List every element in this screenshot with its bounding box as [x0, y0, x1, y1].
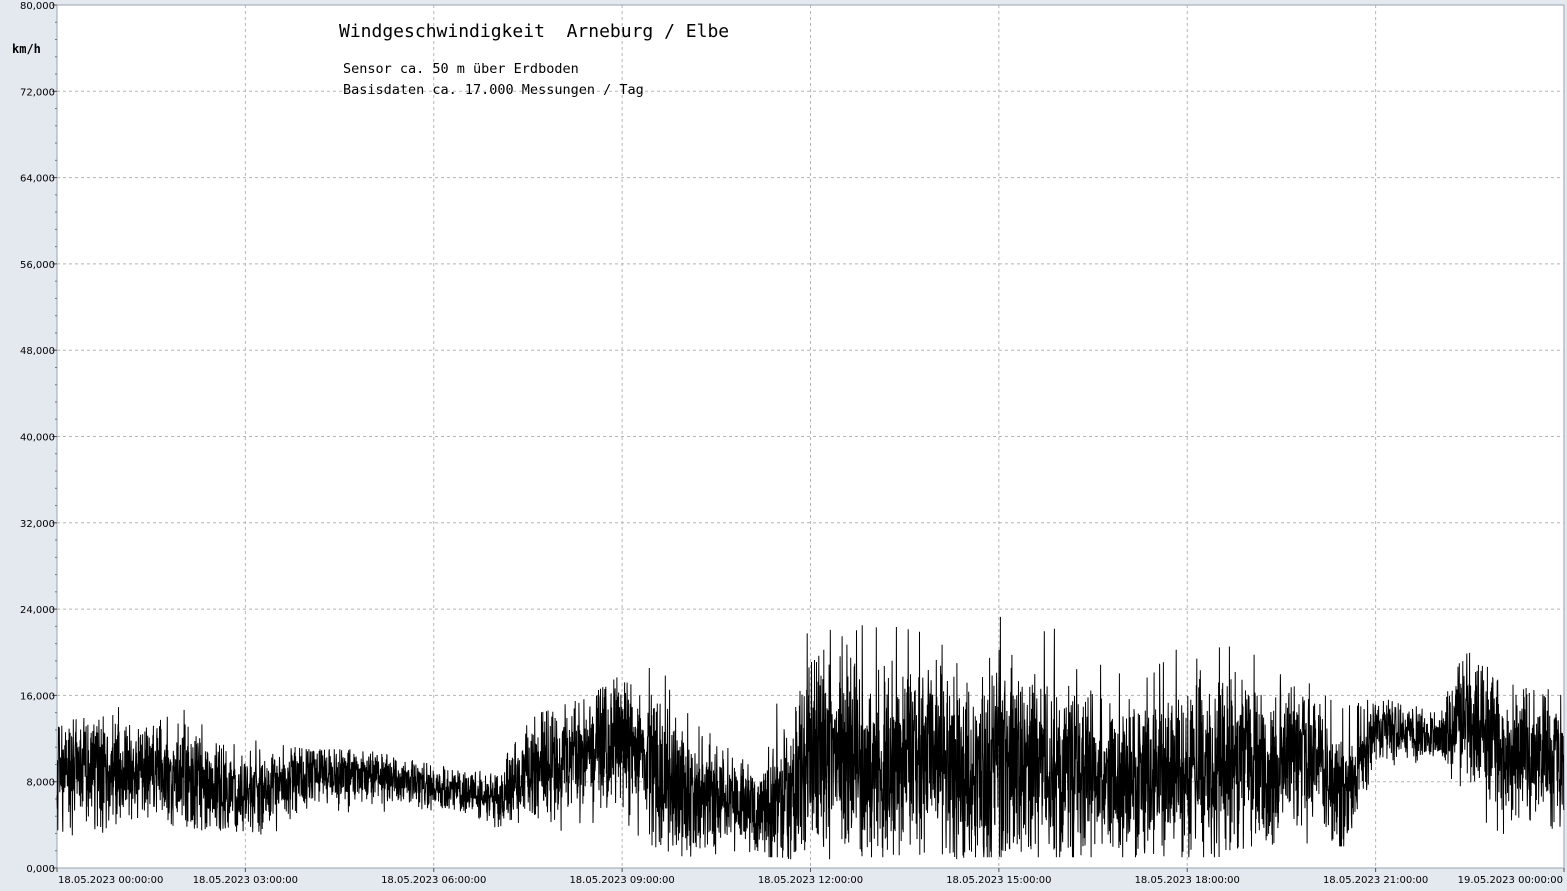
y-tick-label: 24,000 — [20, 605, 55, 616]
x-tick-label: 18.05.2023 12:00:00 — [758, 875, 863, 886]
x-tick-label: 18.05.2023 15:00:00 — [946, 875, 1051, 886]
y-tick-label: 80,000 — [20, 1, 55, 12]
y-tick-label: 16,000 — [20, 691, 55, 702]
x-tick-label: 18.05.2023 00:00:00 — [58, 875, 163, 886]
x-axis-ticks: 18.05.2023 00:00:00 18.05.2023 03:00:00 18… — [56, 868, 1565, 886]
subtitle-line-1: Sensor ca. 50 m über Erdboden — [343, 61, 579, 77]
y-tick-label: 48,000 — [20, 346, 55, 357]
x-tick-label: 18.05.2023 06:00:00 — [381, 875, 486, 886]
x-tick-label: 18.05.2023 18:00:00 — [1135, 875, 1240, 886]
y-tick-label: 56,000 — [20, 260, 55, 271]
y-axis-label: km/h — [12, 42, 41, 56]
y-tick-label: 72,000 — [20, 87, 55, 98]
chart-title: Windgeschwindigkeit Arneburg / Elbe — [339, 21, 729, 42]
y-tick-label: 8,000 — [26, 778, 55, 789]
y-tick-label: 32,000 — [20, 519, 55, 530]
y-axis-ticks: 0,000 8,000 16,000 24,000 32,000 40,000 48,000… — [20, 1, 57, 875]
y-tick-label: 0,000 — [26, 864, 55, 875]
subtitle-line-2: Basisdaten ca. 17.000 Messungen / Tag — [343, 82, 644, 98]
y-tick-label: 64,000 — [20, 174, 55, 185]
wind-speed-chart: 0,000 8,000 16,000 24,000 32,000 40,000 48,000… — [12, 1, 1565, 886]
x-tick-label: 19.05.2023 00:00:00 — [1458, 875, 1563, 886]
x-tick-label: 18.05.2023 09:00:00 — [569, 875, 674, 886]
x-tick-label: 18.05.2023 03:00:00 — [193, 875, 298, 886]
y-tick-label: 40,000 — [20, 433, 55, 444]
x-tick-label: 18.05.2023 21:00:00 — [1323, 875, 1428, 886]
